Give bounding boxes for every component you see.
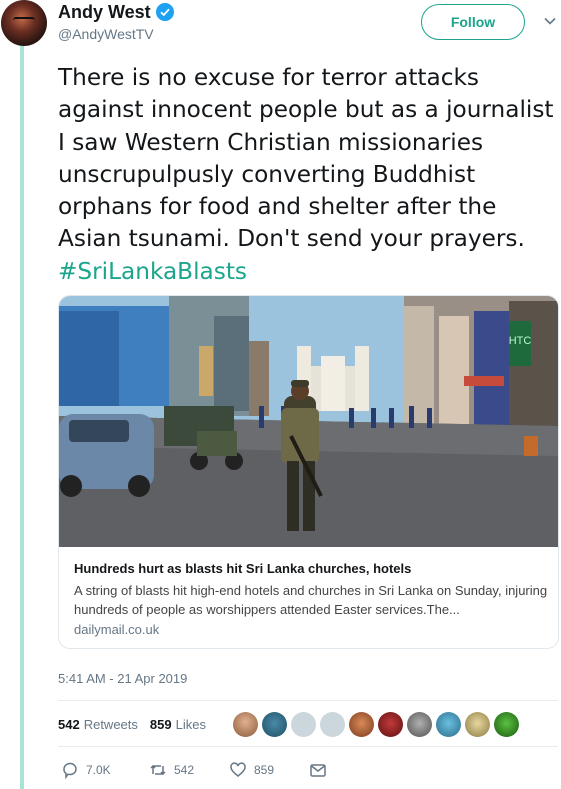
liker-avatar[interactable] [233,712,258,737]
card-image[interactable]: HTC [59,296,559,547]
envelope-icon [310,764,326,777]
liker-avatar[interactable] [262,712,287,737]
liker-avatar[interactable] [436,712,461,737]
avatar-glasses [13,17,35,23]
likes-label: Likes [175,716,206,732]
avatar[interactable] [1,0,47,46]
follow-button[interactable]: Follow [421,4,525,40]
verified-badge-icon [155,3,174,21]
liker-avatar[interactable] [349,712,374,737]
divider [58,746,558,747]
reply-count: 7.0K [86,763,111,777]
chevron-down-icon[interactable] [543,14,557,28]
retweets-stat[interactable]: 542 Retweets [58,717,138,732]
action-bar: 7.0K 542 859 [58,761,327,779]
thread-line [20,46,24,789]
tweet-body: There is no excuse for terror attacks ag… [58,64,554,253]
retweet-icon [150,764,166,776]
user-handle[interactable]: @AndyWestTV [58,26,154,42]
tweet-timestamp[interactable]: 5:41 AM - 21 Apr 2019 [58,671,187,686]
heart-icon [230,762,246,777]
card-title: Hundreds hurt as blasts hit Sri Lanka ch… [74,561,412,576]
reply-button[interactable]: 7.0K [61,761,149,779]
reply-icon [63,762,77,779]
tweet-text: There is no excuse for terror attacks ag… [58,62,558,288]
direct-message-button[interactable] [309,761,327,779]
card-body[interactable]: Hundreds hurt as blasts hit Sri Lanka ch… [59,547,558,648]
liker-avatar[interactable] [320,712,345,737]
retweet-count: 542 [174,763,195,777]
likers-avatars [233,712,519,737]
card-description: A string of blasts hit high-end hotels a… [74,583,548,617]
engagement-stats: 542 Retweets 859 Likes [58,713,218,735]
liker-avatar[interactable] [378,712,403,737]
name-row: Andy West [58,1,174,23]
like-count: 859 [254,763,275,777]
card-domain: dailymail.co.uk [74,622,160,637]
retweet-button[interactable]: 542 [149,761,229,779]
hashtag-link[interactable]: #SriLankaBlasts [58,258,247,285]
shop-sign-text: HTC [509,335,532,347]
likes-count: 859 [149,716,172,732]
likes-stat[interactable]: 859 Likes [150,717,206,732]
divider [58,700,558,701]
liker-avatar[interactable] [291,712,316,737]
retweets-label: Retweets [83,716,138,732]
liker-avatar[interactable] [494,712,519,737]
liker-avatar[interactable] [407,712,432,737]
link-card[interactable]: HTC Hundreds hurt as blasts hit Sri Lank… [58,295,559,649]
retweets-count: 542 [58,716,80,732]
user-name[interactable]: Andy West [58,2,151,23]
like-button[interactable]: 859 [229,761,309,779]
liker-avatar[interactable] [465,712,490,737]
